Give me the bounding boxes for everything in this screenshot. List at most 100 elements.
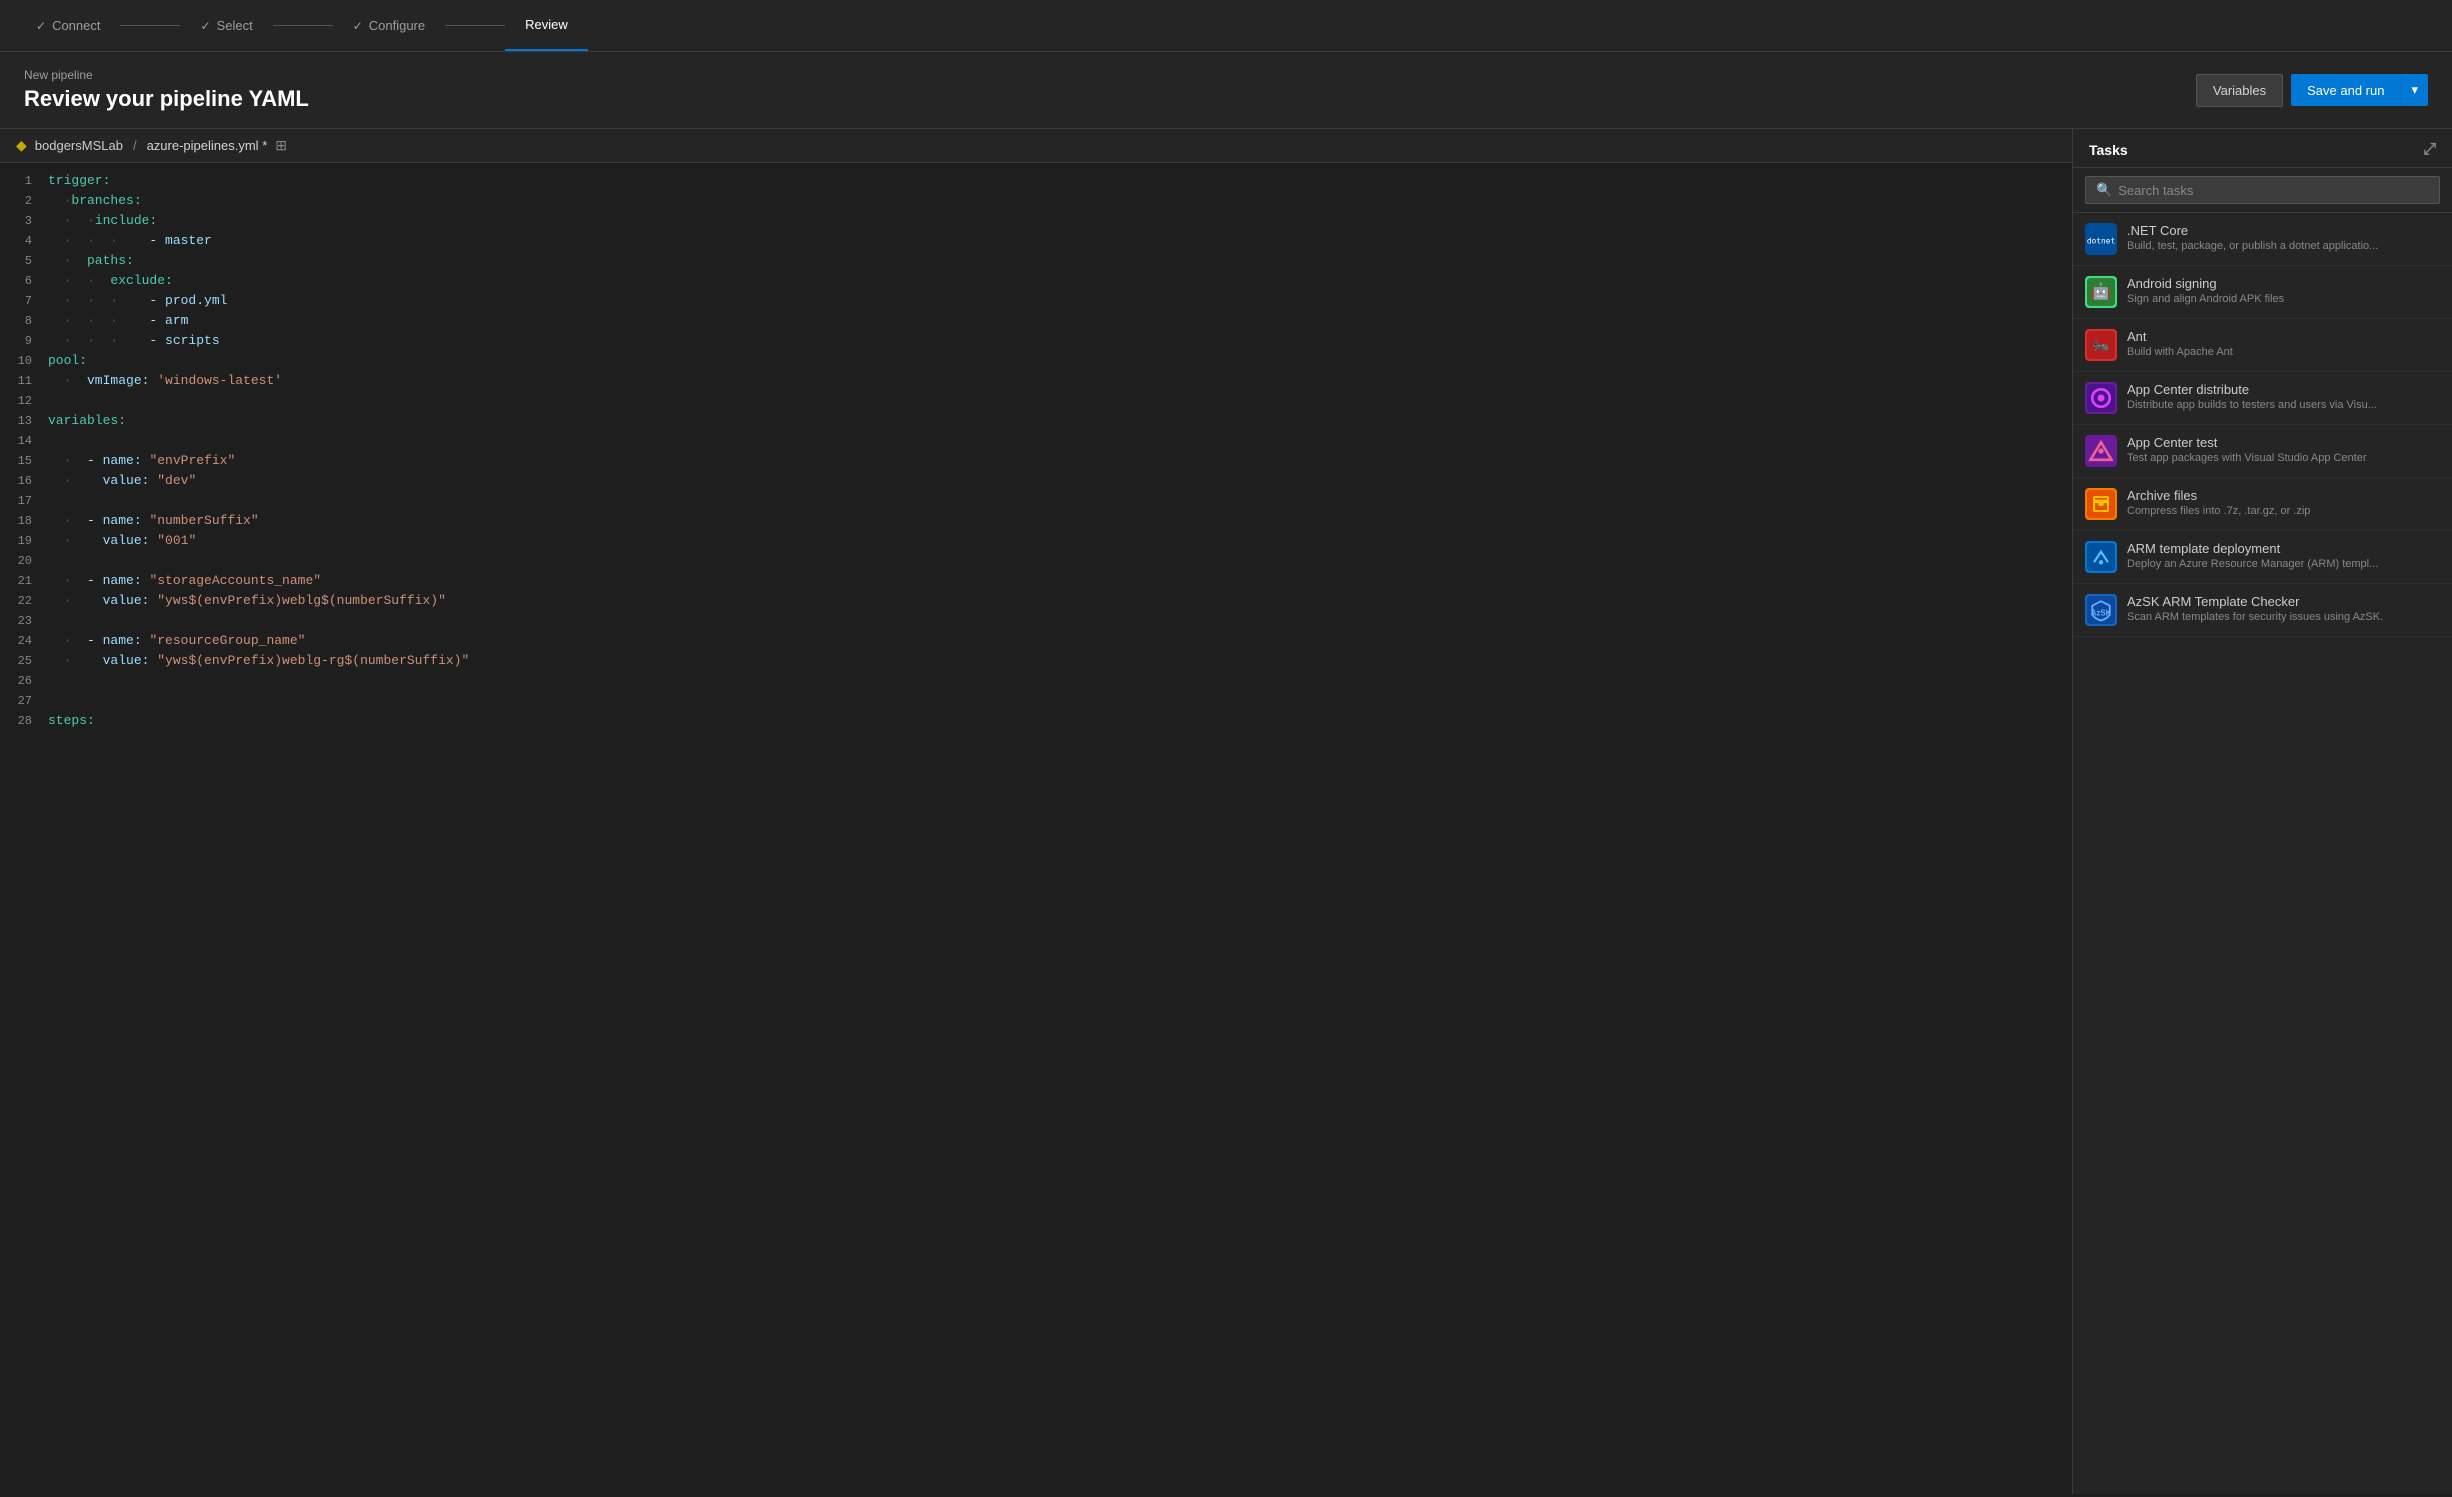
line-content: pool: <box>48 351 2072 371</box>
save-run-group: Save and run ▾ <box>2291 74 2428 106</box>
repo-name: bodgersMSLab <box>35 138 123 153</box>
tasks-header: Tasks ⤢ <box>2073 129 2452 168</box>
task-name: Archive files <box>2127 488 2440 503</box>
task-info: ARM template deployment Deploy an Azure R… <box>2127 541 2440 570</box>
task-description: Test app packages with Visual Studio App… <box>2127 452 2440 464</box>
line-number: 23 <box>0 611 48 631</box>
expand-icon[interactable]: ⤢ <box>2423 141 2436 159</box>
code-line: 22 · value: "yws$(envPrefix)weblg$(numbe… <box>0 591 2072 611</box>
nav-step-configure[interactable]: ✓ Configure <box>333 0 445 51</box>
save-run-button[interactable]: Save and run <box>2291 74 2400 106</box>
code-line: 17 <box>0 491 2072 511</box>
search-input[interactable] <box>2118 183 2429 198</box>
line-content: · value: "yws$(envPrefix)weblg$(numberSu… <box>48 591 2072 611</box>
save-run-dropdown-button[interactable]: ▾ <box>2400 74 2428 106</box>
line-content: · ·include: <box>48 211 2072 231</box>
task-icon-android-signing: 🤖 <box>2085 276 2117 308</box>
code-line: 5 · paths: <box>0 251 2072 271</box>
task-item[interactable]: ARM template deployment Deploy an Azure R… <box>2073 531 2452 584</box>
repo-icon: ◆ <box>16 137 27 154</box>
task-name: .NET Core <box>2127 223 2440 238</box>
task-item[interactable]: App Center test Test app packages with Vi… <box>2073 425 2452 478</box>
task-item[interactable]: 🐜AntBuild with Apache Ant <box>2073 319 2452 372</box>
task-description: Deploy an Azure Resource Manager (ARM) t… <box>2127 558 2440 570</box>
page-title: Review your pipeline YAML <box>24 86 309 112</box>
svg-text:dotnet: dotnet <box>2087 236 2115 245</box>
line-number: 8 <box>0 311 48 331</box>
task-description: Compress files into .7z, .tar.gz, or .zi… <box>2127 505 2440 517</box>
line-number: 18 <box>0 511 48 531</box>
code-line: 25 · value: "yws$(envPrefix)weblg-rg$(nu… <box>0 651 2072 671</box>
top-nav: ✓ Connect ✓ Select ✓ Configure Review <box>0 0 2452 52</box>
header-left: New pipeline Review your pipeline YAML <box>24 68 309 112</box>
code-line: 28steps: <box>0 711 2072 731</box>
task-name: ARM template deployment <box>2127 541 2440 556</box>
code-line: 12 <box>0 391 2072 411</box>
task-name: Android signing <box>2127 276 2440 291</box>
svg-text:AzSK: AzSK <box>2091 608 2112 617</box>
task-description: Build, test, package, or publish a dotne… <box>2127 240 2440 252</box>
code-line: 27 <box>0 691 2072 711</box>
tasks-list: dotnet .NET Core Build, test, package, or … <box>2073 213 2452 1494</box>
line-number: 5 <box>0 251 48 271</box>
page-header: New pipeline Review your pipeline YAML V… <box>0 52 2452 129</box>
task-icon-arm-template <box>2085 541 2117 573</box>
edit-icon[interactable]: ⊞ <box>275 137 287 154</box>
nav-step-select[interactable]: ✓ Select <box>180 0 272 51</box>
code-line: 21 · - name: "storageAccounts_name" <box>0 571 2072 591</box>
line-number: 20 <box>0 551 48 571</box>
line-number: 11 <box>0 371 48 391</box>
task-item[interactable]: App Center distributeDistribute app buil… <box>2073 372 2452 425</box>
nav-step-connect[interactable]: ✓ Connect <box>16 0 120 51</box>
line-content: · - name: "storageAccounts_name" <box>48 571 2072 591</box>
line-content: · value: "001" <box>48 531 2072 551</box>
editor-header: ◆ bodgersMSLab / azure-pipelines.yml * ⊞ <box>0 129 2072 163</box>
line-number: 10 <box>0 351 48 371</box>
line-content: · · · - master <box>48 231 2072 251</box>
search-icon: 🔍 <box>2096 182 2112 198</box>
line-number: 17 <box>0 491 48 511</box>
code-line: 24 · - name: "resourceGroup_name" <box>0 631 2072 651</box>
task-description: Sign and align Android APK files <box>2127 293 2440 305</box>
line-content: ·branches: <box>48 191 2072 211</box>
code-line: 26 <box>0 671 2072 691</box>
task-description: Scan ARM templates for security issues u… <box>2127 611 2440 623</box>
check-icon-select: ✓ <box>200 19 210 33</box>
main-content: ◆ bodgersMSLab / azure-pipelines.yml * ⊞… <box>0 129 2452 1494</box>
line-number: 22 <box>0 591 48 611</box>
code-line: 15 · - name: "envPrefix" <box>0 451 2072 471</box>
code-line: 2 ·branches: <box>0 191 2072 211</box>
task-item[interactable]: Archive files Compress files into .7z, .t… <box>2073 478 2452 531</box>
line-number: 4 <box>0 231 48 251</box>
nav-step-review[interactable]: Review <box>505 0 588 51</box>
editor-panel: ◆ bodgersMSLab / azure-pipelines.yml * ⊞… <box>0 129 2072 1494</box>
code-line: 18 · - name: "numberSuffix" <box>0 511 2072 531</box>
line-number: 13 <box>0 411 48 431</box>
chevron-down-icon: ▾ <box>2411 82 2418 97</box>
line-number: 26 <box>0 671 48 691</box>
line-number: 2 <box>0 191 48 211</box>
code-line: 9 · · · - scripts <box>0 331 2072 351</box>
task-icon-appcenter-distribute <box>2085 382 2117 414</box>
code-line: 8 · · · - arm <box>0 311 2072 331</box>
check-icon-connect: ✓ <box>36 19 46 33</box>
task-name: Ant <box>2127 329 2440 344</box>
task-item[interactable]: AzSKAzSK ARM Template CheckerScan ARM te… <box>2073 584 2452 637</box>
task-item[interactable]: 🤖 Android signing Sign and align Android A… <box>2073 266 2452 319</box>
line-content: · · exclude: <box>48 271 2072 291</box>
nav-step-line-2 <box>273 25 333 26</box>
task-item[interactable]: dotnet .NET Core Build, test, package, or … <box>2073 213 2452 266</box>
search-input-wrap[interactable]: 🔍 <box>2085 176 2440 204</box>
task-icon-azsk-arm: AzSK <box>2085 594 2117 626</box>
task-name: App Center test <box>2127 435 2440 450</box>
code-line: 7 · · · - prod.yml <box>0 291 2072 311</box>
line-content: · · · - scripts <box>48 331 2072 351</box>
code-line: 10pool: <box>0 351 2072 371</box>
code-editor[interactable]: 1trigger:2 ·branches:3 · ·include:4 · · … <box>0 163 2072 1494</box>
task-icon-dotnet-core: dotnet <box>2085 223 2117 255</box>
variables-button[interactable]: Variables <box>2196 74 2283 107</box>
code-line: 4 · · · - master <box>0 231 2072 251</box>
svg-text:🤖: 🤖 <box>2091 281 2111 300</box>
tasks-title: Tasks <box>2089 142 2128 158</box>
line-content: · - name: "resourceGroup_name" <box>48 631 2072 651</box>
